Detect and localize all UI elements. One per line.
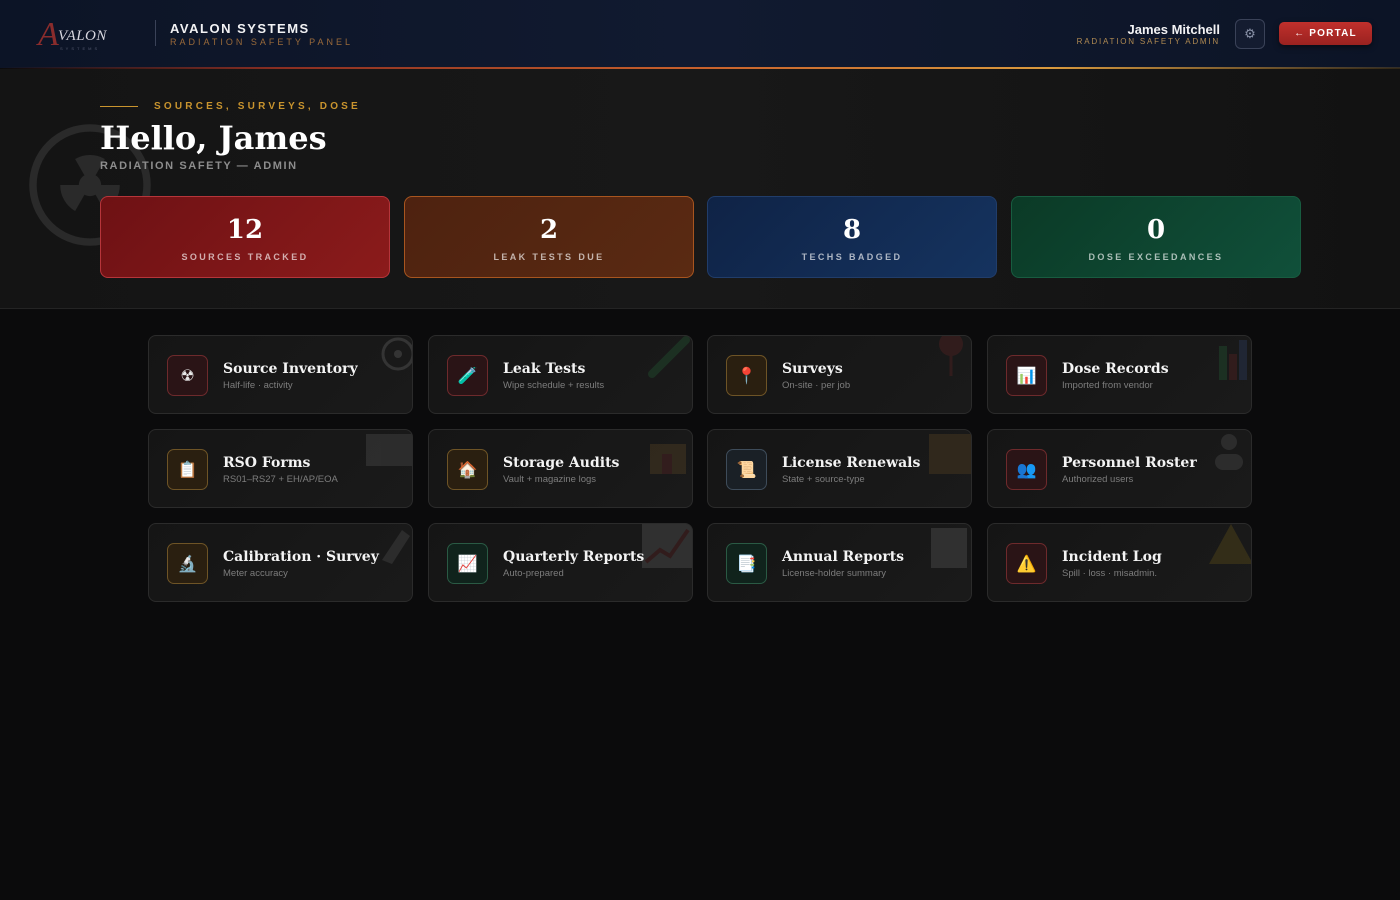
- stat-value: 0: [1146, 215, 1166, 245]
- warning-icon: ⚠️: [1006, 543, 1047, 584]
- microscope-icon: 🔬: [167, 543, 208, 584]
- user-role: RADIATION SAFETY ADMIN: [1076, 37, 1220, 46]
- gear-icon: ⚙: [1244, 26, 1256, 41]
- card-title: Annual Reports: [782, 549, 905, 565]
- card-leak-tests[interactable]: 🧪 Leak Tests Wipe schedule + results: [428, 335, 693, 414]
- card-title: Source Inventory: [223, 361, 358, 377]
- trend-chart-ghost-icon: [642, 524, 692, 568]
- hero-section: SOURCES, SURVEYS, DOSE Hello, James RADI…: [0, 69, 1400, 309]
- role-line: RADIATION SAFETY — ADMIN: [100, 160, 298, 172]
- header-divider: [155, 20, 156, 46]
- card-subtitle: RS01–RS27 + EH/AP/EOA: [223, 474, 338, 485]
- logo-subtext: SYSTEMS: [60, 46, 101, 51]
- card-title: RSO Forms: [223, 455, 311, 471]
- top-header: A VALON SYSTEMS AVALON SYSTEMS RADIATION…: [0, 0, 1400, 68]
- warning-ghost-icon: [1209, 524, 1251, 564]
- stat-value: 8: [842, 215, 862, 245]
- stat-value: 2: [539, 215, 559, 245]
- card-title: License Renewals: [782, 455, 921, 471]
- card-title: Calibration · Survey: [223, 549, 379, 565]
- brand-title: AVALON SYSTEMS: [170, 21, 310, 36]
- card-title: Quarterly Reports: [503, 549, 645, 565]
- document-ghost-icon: [931, 528, 967, 568]
- card-incident-log[interactable]: ⚠️ Incident Log Spill · loss · misadmin.: [987, 523, 1252, 602]
- card-subtitle: Meter accuracy: [223, 568, 288, 579]
- card-subtitle: Vault + magazine logs: [503, 474, 597, 485]
- settings-button[interactable]: ⚙: [1235, 19, 1265, 49]
- card-subtitle: Authorized users: [1062, 474, 1134, 485]
- card-title: Personnel Roster: [1062, 455, 1197, 471]
- card-storage-audits[interactable]: 🏠 Storage Audits Vault + magazine logs: [428, 429, 693, 508]
- radioactive-ghost-icon: [381, 337, 412, 371]
- user-name: James Mitchell: [1127, 22, 1221, 37]
- stat-dose-exceedances[interactable]: 0 DOSE EXCEEDANCES: [1011, 196, 1301, 278]
- trend-chart-icon: 📈: [447, 543, 488, 584]
- people-icon: 👥: [1006, 449, 1047, 490]
- clipboard-ghost-icon: [366, 434, 412, 466]
- document-icon: 📑: [726, 543, 767, 584]
- stat-sources-tracked[interactable]: 12 SOURCES TRACKED: [100, 196, 390, 278]
- card-subtitle: Wipe schedule + results: [503, 380, 605, 391]
- portal-button[interactable]: ← PORTAL: [1279, 22, 1372, 45]
- clipboard-icon: 📋: [167, 449, 208, 490]
- card-rso-forms[interactable]: 📋 RSO Forms RS01–RS27 + EH/AP/EOA: [148, 429, 413, 508]
- card-quarterly-reports[interactable]: 📈 Quarterly Reports Auto-prepared: [428, 523, 693, 602]
- card-subtitle: Auto-prepared: [503, 568, 564, 579]
- eyebrow-line: [100, 106, 138, 107]
- brand-subtitle: RADIATION SAFETY PANEL: [170, 37, 354, 47]
- radioactive-icon: ☢: [167, 355, 208, 396]
- card-subtitle: Imported from vendor: [1062, 380, 1153, 391]
- stat-label: TECHS BADGED: [801, 252, 903, 262]
- card-personnel-roster[interactable]: 👥 Personnel Roster Authorized users: [987, 429, 1252, 508]
- stat-label: DOSE EXCEEDANCES: [1088, 252, 1224, 262]
- map-pin-icon: 📍: [726, 355, 767, 396]
- card-surveys[interactable]: 📍 Surveys On-site · per job: [707, 335, 972, 414]
- scroll-icon: 📜: [726, 449, 767, 490]
- card-subtitle: On-site · per job: [782, 380, 851, 391]
- avalon-logo[interactable]: A VALON SYSTEMS: [38, 16, 128, 53]
- house-icon: 🏠: [447, 449, 488, 490]
- logo-text: VALON: [58, 28, 107, 44]
- people-ghost-icon: [1215, 434, 1243, 470]
- test-tube-icon: 🧪: [447, 355, 488, 396]
- stat-label: LEAK TESTS DUE: [493, 252, 605, 262]
- stat-value: 12: [226, 215, 264, 245]
- card-subtitle: Spill · loss · misadmin.: [1062, 568, 1158, 579]
- card-annual-reports[interactable]: 📑 Annual Reports License-holder summary: [707, 523, 972, 602]
- logo-letter: A: [38, 16, 59, 53]
- card-title: Incident Log: [1062, 549, 1162, 565]
- card-title: Leak Tests: [503, 361, 586, 377]
- card-subtitle: Half-life · activity: [223, 380, 293, 391]
- house-ghost-icon: [650, 444, 686, 474]
- card-title: Storage Audits: [503, 455, 620, 471]
- card-subtitle: State + source-type: [782, 474, 865, 485]
- card-license-renewals[interactable]: 📜 License Renewals State + source-type: [707, 429, 972, 508]
- map-pin-ghost-icon: [939, 336, 963, 376]
- greeting-heading: Hello, James: [100, 119, 327, 157]
- card-calibration-survey[interactable]: 🔬 Calibration · Survey Meter accuracy: [148, 523, 413, 602]
- card-source-inventory[interactable]: ☢ Source Inventory Half-life · activity: [148, 335, 413, 414]
- bar-chart-ghost-icon: [1219, 340, 1247, 380]
- test-tube-ghost-icon: [648, 336, 690, 378]
- bar-chart-icon: 📊: [1006, 355, 1047, 396]
- card-dose-records[interactable]: 📊 Dose Records Imported from vendor: [987, 335, 1252, 414]
- card-title: Surveys: [782, 361, 843, 377]
- scroll-ghost-icon: [929, 434, 971, 474]
- card-subtitle: License-holder summary: [782, 568, 887, 579]
- hero-eyebrow: SOURCES, SURVEYS, DOSE: [154, 101, 361, 112]
- card-title: Dose Records: [1062, 361, 1169, 377]
- stat-label: SOURCES TRACKED: [181, 252, 309, 262]
- stat-techs-badged[interactable]: 8 TECHS BADGED: [707, 196, 997, 278]
- stat-leak-tests-due[interactable]: 2 LEAK TESTS DUE: [404, 196, 694, 278]
